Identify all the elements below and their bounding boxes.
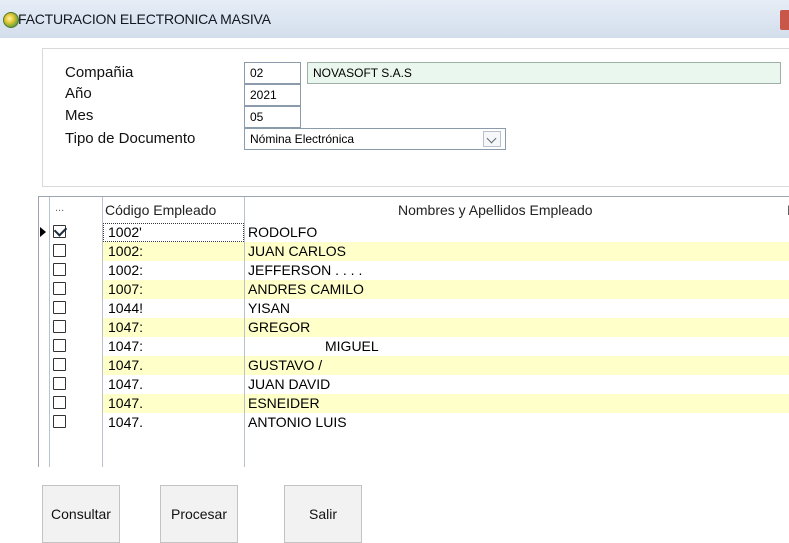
column-name-header[interactable]: Nombres y Apellidos Empleado — [398, 202, 593, 218]
row-checkbox[interactable] — [53, 301, 66, 314]
grid-header: ... Código Empleado Nombres y Apellidos … — [39, 197, 789, 222]
year-label: Año — [65, 85, 92, 102]
table-row[interactable]: 1007: ANDRES CAMILO — [39, 280, 789, 299]
row-checkbox[interactable] — [53, 396, 66, 409]
salir-button[interactable]: Salir — [284, 485, 362, 543]
row-checkbox[interactable] — [53, 244, 66, 257]
employee-name[interactable]: JUAN CARLOS — [245, 242, 789, 261]
chevron-down-icon[interactable] — [483, 131, 501, 147]
company-label: Compañia — [65, 64, 134, 81]
row-checkbox[interactable] — [53, 223, 68, 238]
check-icon — [53, 223, 68, 237]
employee-name[interactable]: MIGUEL — [245, 337, 789, 356]
table-row[interactable]: 1002: JEFFERSON . . . . — [39, 261, 789, 280]
employee-code[interactable]: 1047. — [103, 356, 244, 375]
employee-code[interactable]: 1002' — [103, 223, 244, 242]
employee-code[interactable]: 1044! — [103, 299, 244, 318]
close-icon[interactable] — [780, 10, 789, 30]
app-icon — [3, 12, 19, 28]
employee-name[interactable]: GREGOR — [245, 318, 789, 337]
table-row[interactable]: 1002: JUAN CARLOS — [39, 242, 789, 261]
row-checkbox[interactable] — [53, 320, 66, 333]
table-row[interactable]: 1044! YISAN — [39, 299, 789, 318]
employee-code[interactable]: 1047. — [103, 394, 244, 413]
employee-code[interactable]: 1047. — [103, 413, 244, 432]
employee-name[interactable]: ESNEIDER — [245, 394, 789, 413]
employees-grid[interactable]: ... Código Empleado Nombres y Apellidos … — [38, 196, 789, 467]
employee-name[interactable]: YISAN — [245, 299, 789, 318]
month-field[interactable]: 05 — [244, 106, 301, 128]
year-field[interactable]: 2021 — [244, 84, 301, 106]
employee-code[interactable]: 1047: — [103, 318, 244, 337]
title-bar: FACTURACION ELECTRONICA MASIVA — [0, 0, 789, 39]
employee-name[interactable]: ANTONIO LUIS — [245, 413, 789, 432]
current-row-icon — [40, 227, 46, 237]
row-checkbox[interactable] — [53, 263, 66, 276]
table-row[interactable]: 1047. GUSTAVO / — [39, 356, 789, 375]
row-checkbox[interactable] — [53, 282, 66, 295]
table-row[interactable]: 1047. JUAN DAVID — [39, 375, 789, 394]
table-row[interactable]: 1047. ESNEIDER — [39, 394, 789, 413]
row-checkbox[interactable] — [53, 358, 66, 371]
table-row[interactable]: 1047: MIGUEL — [39, 337, 789, 356]
row-indicator — [39, 223, 49, 242]
month-label: Mes — [65, 107, 94, 124]
document-type-label: Tipo de Documento — [65, 130, 196, 147]
table-row[interactable]: 1047. ANTONIO LUIS — [39, 413, 789, 432]
form-body: Compañia 02 NOVASOFT S.A.S Año 2021 Mes … — [0, 38, 789, 543]
employee-code[interactable]: 1007: — [103, 280, 244, 299]
row-checkbox[interactable] — [53, 377, 66, 390]
table-row[interactable]: 1002' RODOLFO — [39, 223, 789, 242]
employee-code[interactable]: 1047. — [103, 375, 244, 394]
filter-panel: Compañia 02 NOVASOFT S.A.S Año 2021 Mes … — [42, 48, 789, 187]
document-type-select[interactable]: Nómina Electrónica — [244, 128, 506, 150]
consultar-button[interactable]: Consultar — [42, 485, 120, 543]
document-type-value: Nómina Electrónica — [250, 132, 355, 146]
employee-name[interactable]: RODOLFO — [245, 223, 789, 242]
column-select-header: ... — [55, 202, 65, 214]
employee-name[interactable]: JEFFERSON . . . . — [245, 261, 789, 280]
procesar-button[interactable]: Procesar — [160, 485, 238, 543]
column-code-header[interactable]: Código Empleado — [105, 202, 216, 218]
company-name-field: NOVASOFT S.A.S — [307, 62, 781, 84]
employee-code[interactable]: 1002: — [103, 261, 244, 280]
window-title: FACTURACION ELECTRONICA MASIVA — [18, 11, 271, 27]
table-row[interactable]: 1047: GREGOR — [39, 318, 789, 337]
employee-code[interactable]: 1047: — [103, 337, 244, 356]
employee-code[interactable]: 1002: — [103, 242, 244, 261]
employee-name[interactable]: GUSTAVO / — [245, 356, 789, 375]
row-checkbox[interactable] — [53, 415, 66, 428]
row-checkbox[interactable] — [53, 339, 66, 352]
company-code-field[interactable]: 02 — [244, 62, 301, 84]
employee-name[interactable]: JUAN DAVID — [245, 375, 789, 394]
employee-name[interactable]: ANDRES CAMILO — [245, 280, 789, 299]
